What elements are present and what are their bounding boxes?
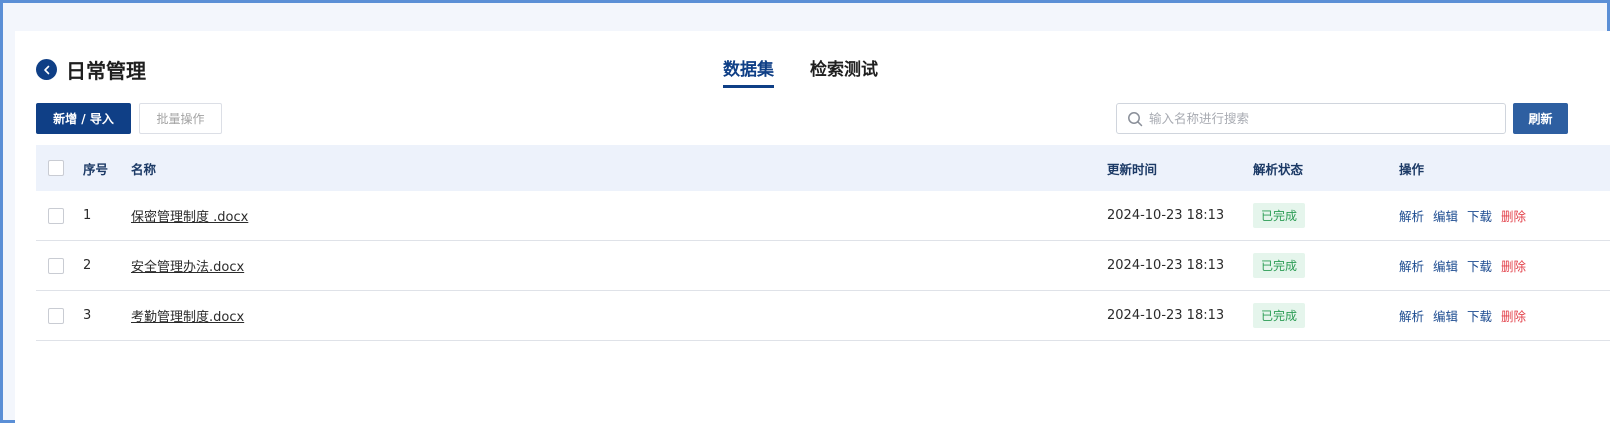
main-card: 日常管理 数据集 检索测试 新增 / 导入 批量操作 刷新 序号 名称 更新时间… [15,31,1610,423]
edit-action[interactable]: 编辑 [1433,256,1458,275]
row-checkbox[interactable] [48,257,64,274]
edit-action[interactable]: 编辑 [1433,306,1458,325]
file-name-link[interactable]: 考勤管理制度.docx [131,310,244,325]
page-title: 日常管理 [66,59,146,83]
status-badge: 已完成 [1253,253,1306,278]
status-badge: 已完成 [1253,303,1306,328]
column-header-index: 序号 [83,161,109,177]
row-updated-time: 2024-10-23 18:13 [1107,308,1225,323]
column-header-updated: 更新时间 [1107,161,1158,177]
column-header-ops: 操作 [1399,161,1425,177]
batch-operation-button[interactable]: 批量操作 [139,103,222,134]
table-row: 1 保密管理制度 .docx 2024-10-23 18:13 已完成 解析 编… [36,191,1610,241]
back-button[interactable] [36,59,57,80]
delete-action[interactable]: 删除 [1501,256,1526,275]
download-action[interactable]: 下载 [1467,206,1492,225]
table-row: 2 安全管理办法.docx 2024-10-23 18:13 已完成 解析 编辑… [36,241,1610,291]
dataset-table: 序号 名称 更新时间 解析状态 操作 1 保密管理制度 .docx 2024-1… [36,145,1610,341]
row-index: 1 [83,208,92,223]
search-icon [1128,111,1143,126]
parse-action[interactable]: 解析 [1399,306,1424,325]
row-checkbox[interactable] [48,207,64,224]
row-index: 3 [83,308,92,323]
parse-action[interactable]: 解析 [1399,206,1424,225]
row-updated-time: 2024-10-23 18:13 [1107,208,1225,223]
row-index: 2 [83,258,92,273]
search-box[interactable] [1116,103,1506,134]
tab-bar: 数据集 检索测试 [723,55,914,88]
parse-action[interactable]: 解析 [1399,256,1424,275]
row-updated-time: 2024-10-23 18:13 [1107,258,1225,273]
table-header: 序号 名称 更新时间 解析状态 操作 [36,145,1610,191]
column-header-status: 解析状态 [1253,161,1304,177]
table-row: 3 考勤管理制度.docx 2024-10-23 18:13 已完成 解析 编辑… [36,291,1610,341]
download-action[interactable]: 下载 [1467,306,1492,325]
tab-retrieval-test[interactable]: 检索测试 [810,55,878,88]
delete-action[interactable]: 删除 [1501,206,1526,225]
status-badge: 已完成 [1253,203,1306,228]
file-name-link[interactable]: 安全管理办法.docx [131,260,244,275]
tab-dataset[interactable]: 数据集 [723,55,774,88]
refresh-button[interactable]: 刷新 [1513,103,1568,134]
search-input[interactable] [1149,111,1489,126]
chevron-left-icon [43,65,49,74]
column-header-name: 名称 [131,161,157,177]
add-import-button[interactable]: 新增 / 导入 [36,103,131,134]
row-checkbox[interactable] [48,307,64,324]
delete-action[interactable]: 删除 [1501,306,1526,325]
download-action[interactable]: 下载 [1467,256,1492,275]
page-header: 日常管理 [36,55,146,84]
edit-action[interactable]: 编辑 [1433,206,1458,225]
select-all-checkbox[interactable] [48,160,64,176]
file-name-link[interactable]: 保密管理制度 .docx [131,210,248,225]
